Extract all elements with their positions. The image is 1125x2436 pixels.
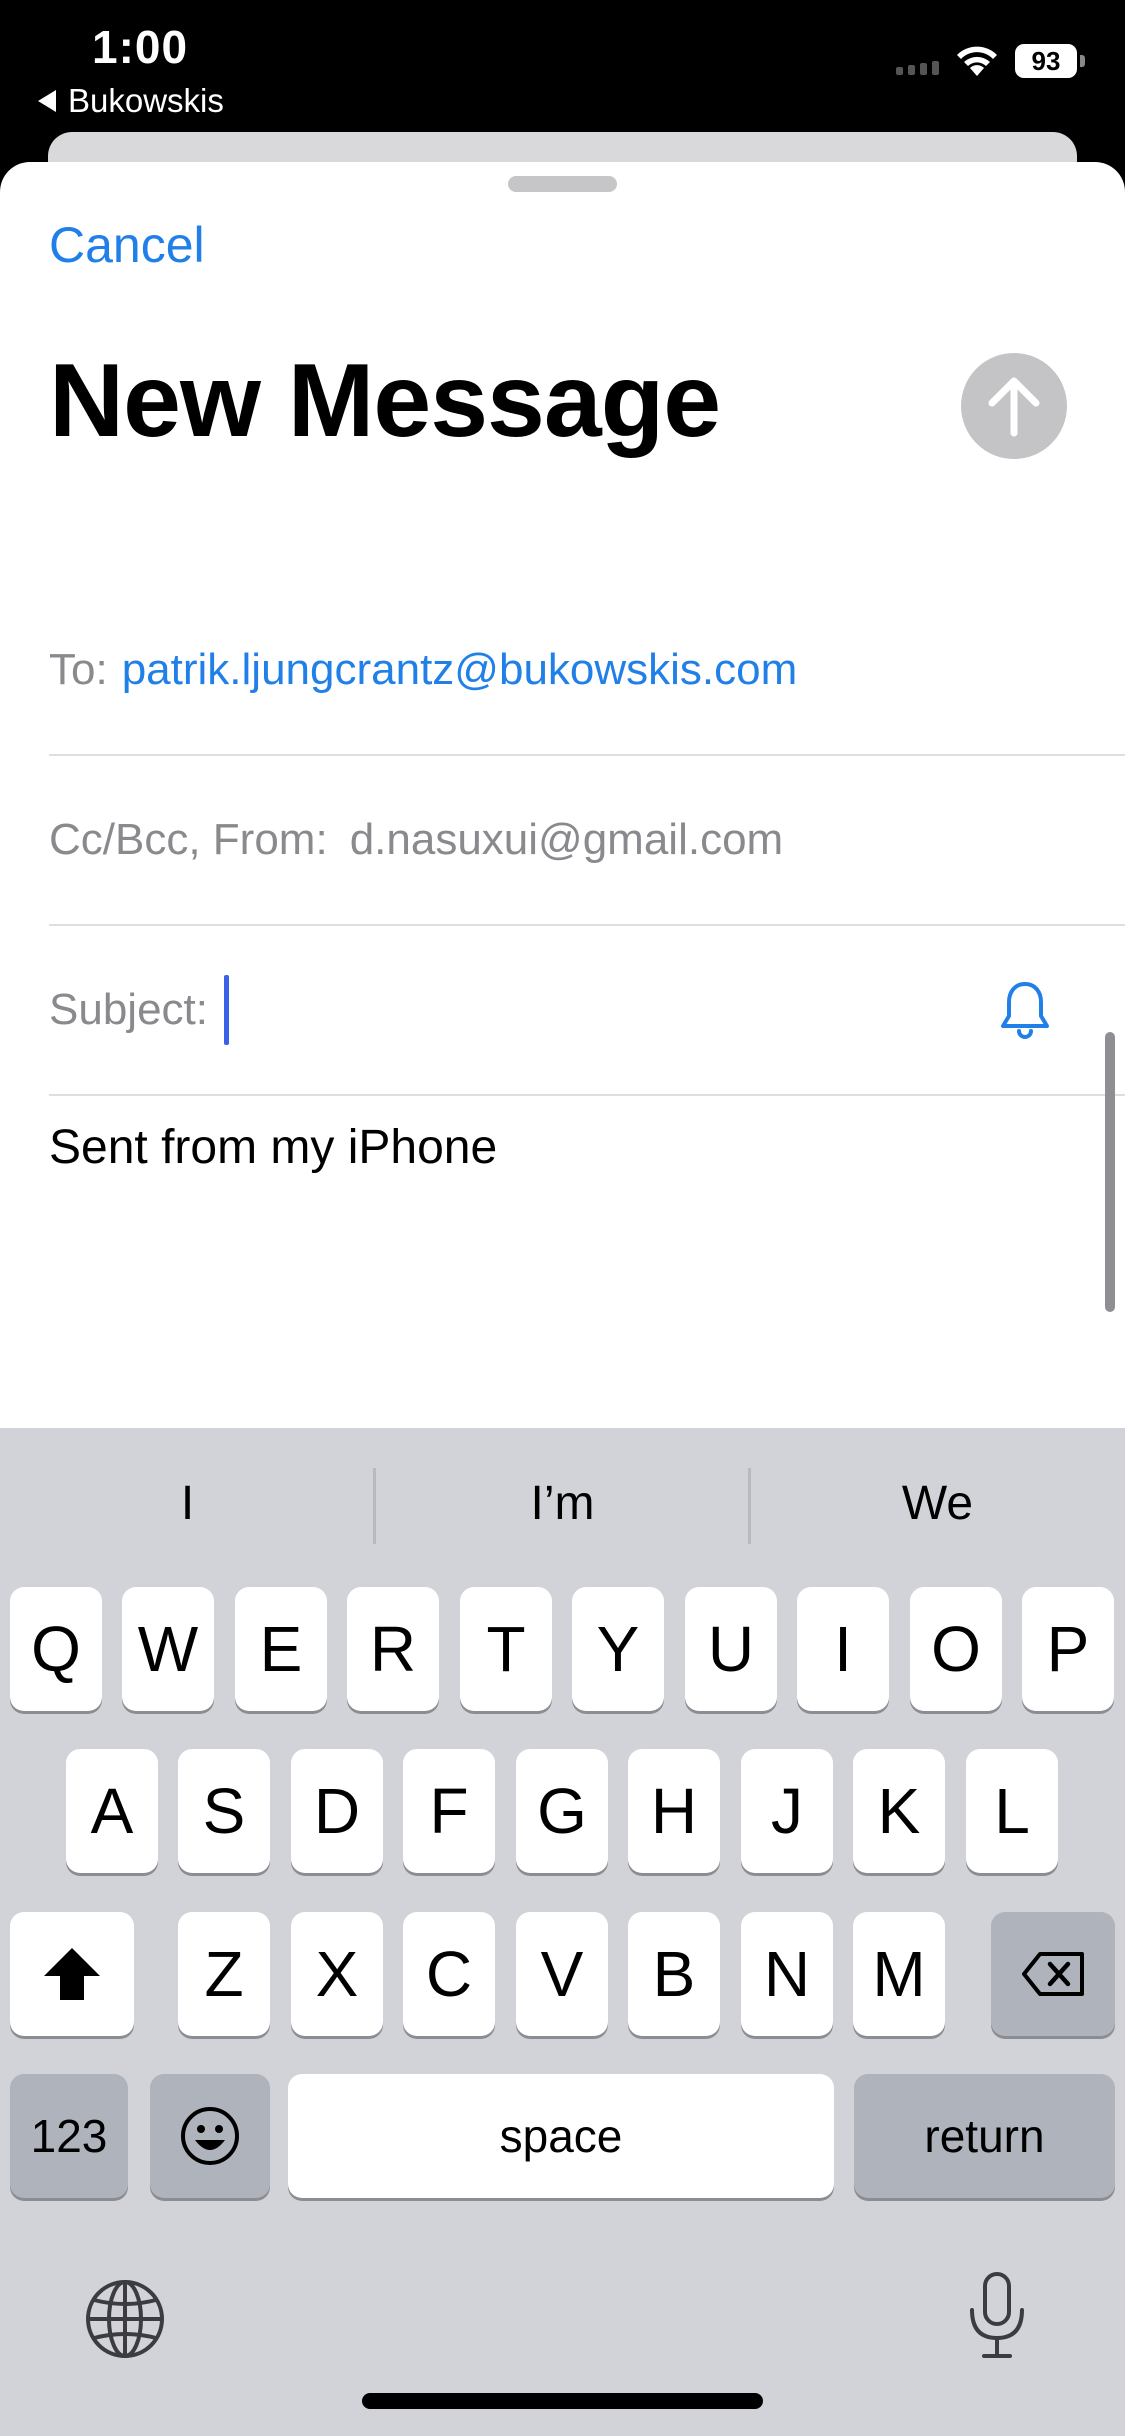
key-g[interactable]: G [516, 1749, 608, 1873]
from-address[interactable]: d.nasuxui@gmail.com [350, 815, 784, 865]
key-r[interactable]: R [347, 1587, 439, 1711]
key-i[interactable]: I [797, 1587, 889, 1711]
cc-bcc-from-field[interactable]: Cc/Bcc, From: d.nasuxui@gmail.com [49, 756, 1125, 926]
cellular-signal-icon [896, 47, 939, 75]
page-title: New Message [49, 343, 721, 459]
key-v[interactable]: V [516, 1912, 608, 2036]
key-b[interactable]: B [628, 1912, 720, 2036]
to-field[interactable]: To: patrik.ljungcrantz@bukowskis.com [49, 586, 1125, 756]
screen: 1:00 Bukowskis 93 Cancel New Message To:… [0, 0, 1125, 2436]
to-label: To: [49, 645, 108, 694]
key-w[interactable]: W [122, 1587, 214, 1711]
key-x[interactable]: X [291, 1912, 383, 2036]
scroll-indicator[interactable] [1105, 1032, 1115, 1312]
key-z[interactable]: Z [178, 1912, 270, 2036]
battery-icon: 93 [1015, 44, 1085, 78]
suggestion-1[interactable]: I [0, 1428, 375, 1578]
key-e[interactable]: E [235, 1587, 327, 1711]
suggestion-bar: I I’m We [0, 1428, 1125, 1578]
key-j[interactable]: J [741, 1749, 833, 1873]
key-c[interactable]: C [403, 1912, 495, 2036]
numbers-key[interactable]: 123 [10, 2074, 128, 2198]
status-icons: 93 [896, 44, 1085, 78]
shift-arrow-icon [44, 1948, 100, 2000]
key-o[interactable]: O [910, 1587, 1002, 1711]
space-key[interactable]: space [288, 2074, 834, 2198]
delete-key[interactable] [991, 1912, 1115, 2036]
recipient-token[interactable]: patrik.ljungcrantz@bukowskis.com [122, 645, 798, 695]
arrow-up-icon [988, 377, 1040, 437]
message-body[interactable]: Sent from my iPhone [49, 1120, 497, 1175]
key-f[interactable]: F [403, 1749, 495, 1873]
suggestion-3[interactable]: We [750, 1428, 1125, 1578]
subject-field[interactable]: Subject: [49, 926, 1125, 1096]
subject-label: Subject: [49, 985, 208, 1034]
key-u[interactable]: U [685, 1587, 777, 1711]
key-h[interactable]: H [628, 1749, 720, 1873]
back-triangle-icon [38, 90, 56, 112]
emoji-face-icon [181, 2107, 239, 2165]
key-y[interactable]: Y [572, 1587, 664, 1711]
home-indicator[interactable] [362, 2393, 763, 2409]
wifi-icon [957, 46, 997, 76]
microphone-icon[interactable] [966, 2270, 1028, 2362]
clock: 1:00 [92, 21, 189, 73]
key-k[interactable]: K [853, 1749, 945, 1873]
globe-icon[interactable] [84, 2278, 166, 2360]
cc-bcc-from-label: Cc/Bcc, From: [49, 815, 328, 864]
send-button[interactable] [961, 353, 1067, 459]
bell-icon[interactable] [989, 974, 1061, 1046]
shift-key[interactable] [10, 1912, 134, 2036]
backspace-icon [1022, 1952, 1084, 1996]
emoji-key[interactable] [150, 2074, 270, 2198]
key-a[interactable]: A [66, 1749, 158, 1873]
text-caret [223, 975, 229, 1045]
key-l[interactable]: L [966, 1749, 1058, 1873]
battery-level: 93 [1015, 44, 1077, 78]
key-t[interactable]: T [460, 1587, 552, 1711]
back-to-app-button[interactable]: Bukowskis [38, 82, 224, 120]
suggestion-2[interactable]: I’m [375, 1428, 750, 1578]
key-s[interactable]: S [178, 1749, 270, 1873]
key-n[interactable]: N [741, 1912, 833, 2036]
key-m[interactable]: M [853, 1912, 945, 2036]
key-p[interactable]: P [1022, 1587, 1114, 1711]
return-key[interactable]: return [854, 2074, 1115, 2198]
back-app-label: Bukowskis [68, 82, 224, 119]
compose-sheet: Cancel New Message To: patrik.ljungcrant… [0, 162, 1125, 1428]
key-d[interactable]: D [291, 1749, 383, 1873]
key-q[interactable]: Q [10, 1587, 102, 1711]
keyboard: I I’m We Q W E R T Y U I O P A S D F G H… [0, 1428, 1125, 2436]
cancel-button[interactable]: Cancel [49, 216, 205, 274]
sheet-grabber[interactable] [508, 176, 617, 192]
